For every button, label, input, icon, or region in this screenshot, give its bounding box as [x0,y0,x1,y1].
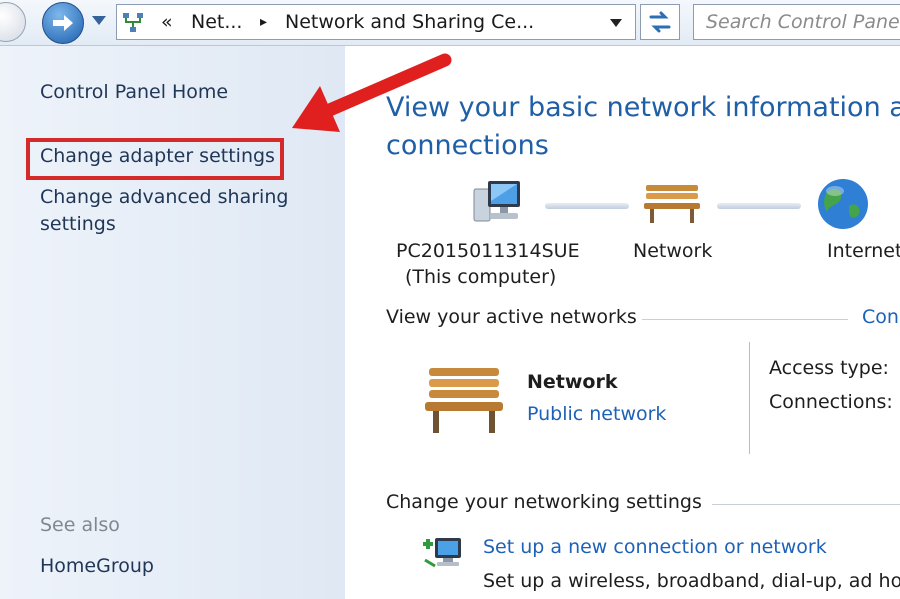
history-dropdown-icon[interactable] [92,16,106,25]
homegroup-link[interactable]: HomeGroup [40,555,154,577]
active-network-name: Network [527,371,618,393]
new-connection-icon[interactable] [421,532,465,572]
connection-line [717,203,801,209]
set-up-connection-link[interactable]: Set up a new connection or network [483,536,827,558]
network-type-link[interactable]: Public network [527,403,666,425]
computer-name: PC2015011314SUE [396,240,580,262]
active-networks-title: View your active networks [386,306,637,328]
back-button[interactable] [0,2,26,42]
change-advanced-sharing-link[interactable]: Change advanced sharing [40,186,288,208]
annotation-arrow-icon [292,53,452,132]
internet-label: Internet [827,240,900,262]
refresh-button[interactable] [640,4,680,40]
address-overflow[interactable]: « [161,5,173,39]
set-up-connection-description: Set up a wireless, broadband, dial-up, a… [483,570,900,592]
connection-line [545,203,629,209]
computer-note: (This computer) [405,266,557,288]
forward-button[interactable] [42,2,84,44]
breadcrumb-network[interactable]: Net... [191,5,242,39]
control-panel-home-link[interactable]: Control Panel Home [40,81,228,103]
forward-arrow-icon [53,15,73,31]
address-bar[interactable]: « Net... ▸ Network and Sharing Ce... [116,4,636,40]
computer-icon[interactable] [472,179,524,227]
navigation-toolbar: « Net... ▸ Network and Sharing Ce... [0,0,900,46]
breadcrumb-network-and-sharing[interactable]: Network and Sharing Ce... [285,5,534,39]
page-title: View your basic network information and [386,92,900,123]
network-map-label: Network [633,240,713,262]
column-divider [749,342,750,454]
address-dropdown-icon[interactable] [610,19,622,27]
bench-icon[interactable] [423,364,505,436]
globe-icon[interactable] [815,176,871,232]
breadcrumb-separator[interactable]: ▸ [260,5,267,39]
access-type-label: Access type: [769,357,889,379]
connections-label: Connections: [769,391,893,413]
network-folder-icon [123,13,143,32]
refresh-icon [649,11,671,33]
section-divider [712,504,900,505]
see-also-heading: See also [40,514,120,536]
change-settings-title: Change your networking settings [386,491,702,513]
bench-icon[interactable] [642,181,702,225]
annotation-highlight-box [26,138,284,180]
search-input[interactable] [693,4,900,40]
section-divider [642,319,848,320]
change-advanced-sharing-link-line2[interactable]: settings [40,213,116,235]
connect-disconnect-link[interactable]: Con [862,306,899,328]
